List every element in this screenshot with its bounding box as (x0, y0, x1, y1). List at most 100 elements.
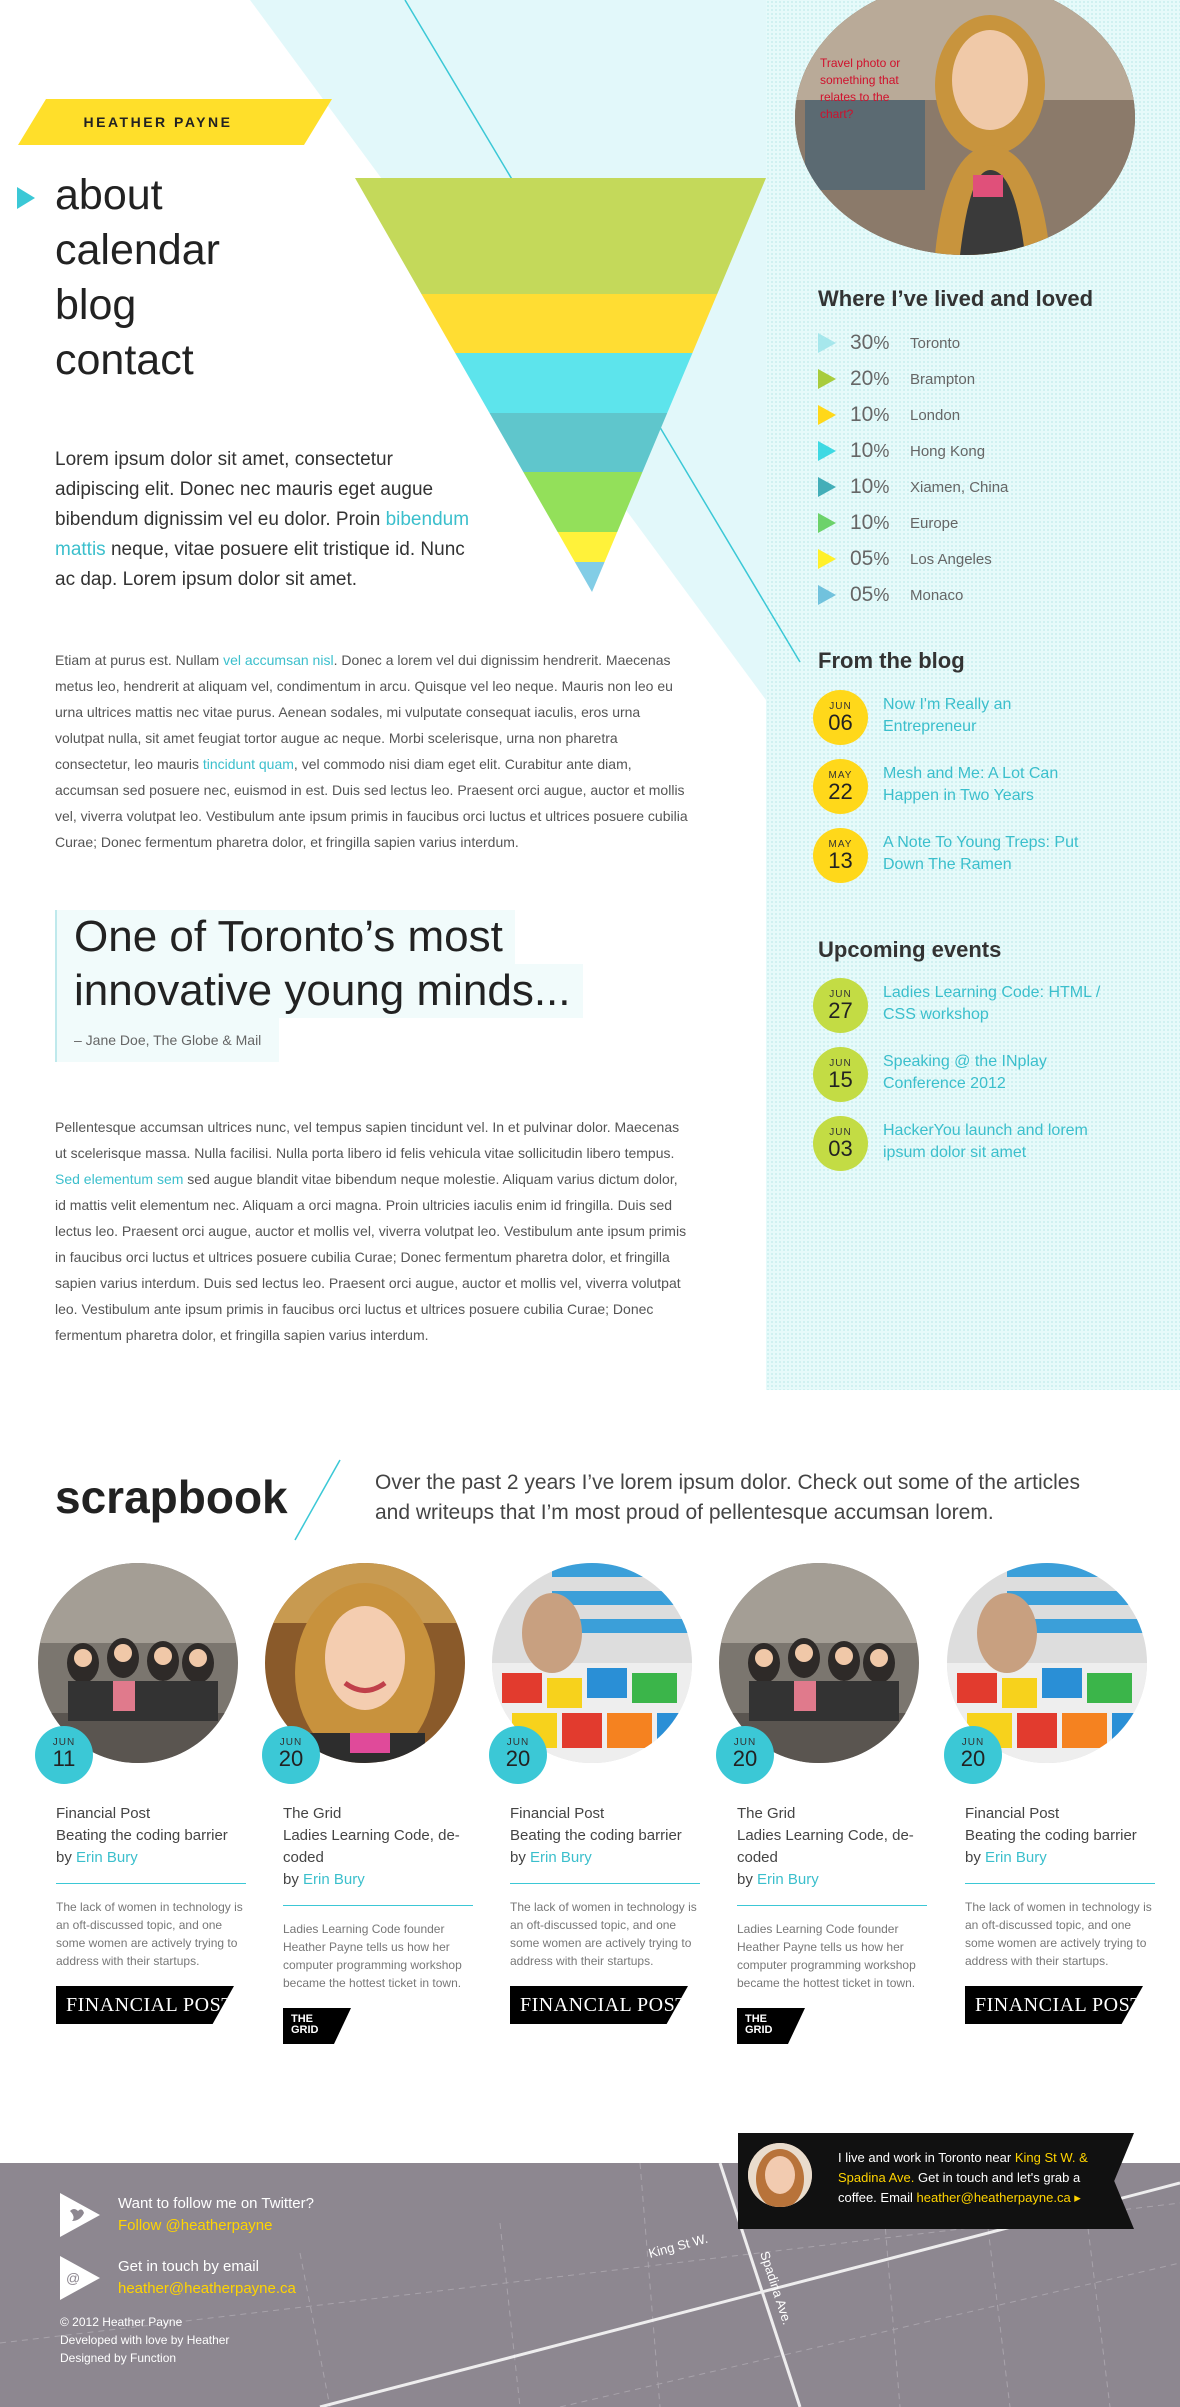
card-divider (283, 1905, 473, 1906)
body-paragraph-2: Pellentesque accumsan ultrices nunc, vel… (55, 1114, 690, 1348)
funnel-band (557, 532, 618, 562)
publication-logo[interactable]: FINANCIAL POST (510, 1986, 697, 2024)
lived-percent: 10% (850, 403, 910, 427)
card-description: The lack of women in technology is an of… (965, 1900, 1152, 1968)
percent-sign: % (873, 333, 890, 353)
date-day: 27 (828, 998, 853, 1023)
publication-logo[interactable]: FINANCIAL POST (56, 1986, 243, 2024)
card-author-link[interactable]: Erin Bury (76, 1849, 138, 1866)
map-label-king: King St W. (647, 2231, 710, 2261)
lived-item: 05% Los Angeles (818, 541, 1138, 577)
event-item[interactable]: JUN 27 Ladies Learning Code: HTML / CSS wo… (813, 978, 1133, 1047)
lived-percent: 20% (850, 367, 910, 391)
photo-caption: Travel photo or something that relates t… (820, 56, 901, 121)
lived-percent-value: 10 (850, 439, 874, 462)
events-link[interactable]: Speaking @ the INplay Conference 2012 (883, 1047, 1103, 1095)
quote-line-1: One of Toronto’s most (55, 910, 515, 964)
email-link[interactable]: heather@heatherpayne.ca (118, 2280, 296, 2297)
events-link[interactable]: HackerYou launch and lorem ipsum dolor s… (883, 1116, 1103, 1164)
scrapbook-card[interactable]: JUN 20 Financial Post Beating the coding ba… (944, 1563, 1155, 2024)
developed-by: Developed with love by Heather (60, 2333, 230, 2347)
scrapbook-card[interactable]: JUN 11 Financial Post Beating the coding ba… (35, 1563, 246, 2024)
publication-logo[interactable]: THE GRID (283, 2008, 470, 2046)
publication-logo[interactable]: THE GRID (737, 2008, 924, 2046)
blog-link[interactable]: Now I'm Really an Entrepreneur (883, 690, 1103, 738)
lived-percent-value: 10 (850, 403, 874, 426)
financial-post-logo: FINANCIAL POST (56, 1986, 234, 2024)
body2-link[interactable]: Sed elementum sem (55, 1171, 183, 1187)
card-author-link[interactable]: Erin Bury (985, 1849, 1047, 1866)
percent-sign: % (873, 369, 890, 389)
triangle-icon (818, 477, 836, 497)
funnel-band (523, 472, 643, 532)
events-link[interactable]: Ladies Learning Code: HTML / CSS worksho… (883, 978, 1103, 1026)
card-meta: Financial Post Beating the coding barrier… (492, 1803, 692, 1869)
event-item[interactable]: JUN 15 Speaking @ the INplay Conference 20… (813, 1047, 1133, 1116)
funnel-band (489, 413, 668, 472)
intro-text-2: neque, vitae posuere elit tristique id. … (55, 539, 465, 590)
scrapbook-card[interactable]: JUN 20 The Grid Ladies Learning Code, de-co… (716, 1563, 927, 2046)
twitter-row: Want to follow me on Twitter? Follow @he… (60, 2193, 314, 2237)
funnel-band (455, 353, 693, 413)
callout-email-link[interactable]: heather@heatherpayne.ca ▸ (917, 2190, 1081, 2205)
percent-sign: % (873, 405, 890, 425)
twitter-label: Want to follow me on Twitter? (118, 2195, 314, 2212)
lived-place: Monaco (910, 586, 964, 604)
card-author-link[interactable]: Erin Bury (303, 1871, 365, 1888)
lived-percent: 05% (850, 547, 910, 571)
lived-place: Europe (910, 514, 959, 532)
lived-item: 05% Monaco (818, 577, 1138, 613)
lived-percent-value: 05 (850, 547, 874, 570)
card-headline: Ladies Learning Code, de-coded (737, 1827, 914, 1866)
card-headline: Ladies Learning Code, de-coded (283, 1827, 460, 1866)
blog-post-item[interactable]: MAY 22 Mesh and Me: A Lot Can Happen in Tw… (813, 759, 1133, 828)
financial-post-logo: FINANCIAL POST (965, 1986, 1143, 2024)
map-label-spadina: Spadina Ave. (757, 2249, 795, 2326)
by-label: by (965, 1849, 986, 1866)
lived-percent-value: 10 (850, 475, 874, 498)
lived-item: 30% Toronto (818, 325, 1138, 361)
percent-sign: % (873, 585, 890, 605)
triangle-icon (818, 405, 836, 425)
body1-link-2[interactable]: tincidunt quam (203, 756, 294, 772)
email-at-icon[interactable]: @ (60, 2256, 100, 2300)
nav-calendar[interactable]: calendar (55, 223, 220, 278)
body1-link-1[interactable]: vel accumsan nisl (223, 652, 334, 668)
percent-sign: % (873, 513, 890, 533)
blog-post-item[interactable]: MAY 13 A Note To Young Treps: Put Down The… (813, 828, 1133, 897)
body1-text-1: Etiam at purus est. Nullam (55, 652, 224, 668)
card-author-link[interactable]: Erin Bury (530, 1849, 592, 1866)
lived-item: 10% Europe (818, 505, 1138, 541)
nav-blog[interactable]: blog (55, 278, 220, 333)
publication-logo[interactable]: FINANCIAL POST (965, 1986, 1152, 2024)
site-logo[interactable]: HEATHER PAYNE (18, 99, 332, 145)
triangle-icon (818, 441, 836, 461)
percent-sign: % (873, 549, 890, 569)
lived-percent-value: 20 (850, 367, 874, 390)
lived-percent-value: 05 (850, 583, 874, 606)
card-author-link[interactable]: Erin Bury (757, 1871, 819, 1888)
percent-sign: % (873, 441, 890, 461)
scrapbook-card[interactable]: JUN 20 The Grid Ladies Learning Code, de-co… (262, 1563, 473, 2046)
event-item[interactable]: JUN 03 HackerYou launch and lorem ipsum do… (813, 1116, 1133, 1185)
triangle-icon (818, 549, 836, 569)
blog-title: From the blog (818, 648, 965, 673)
card-description: The lack of women in technology is an of… (510, 1900, 697, 1968)
blog-link[interactable]: A Note To Young Treps: Put Down The Rame… (883, 828, 1103, 876)
blog-link[interactable]: Mesh and Me: A Lot Can Happen in Two Yea… (883, 759, 1103, 807)
nav-about[interactable]: about (17, 168, 220, 223)
blog-post-item[interactable]: JUN 06 Now I'm Really an Entrepreneur (813, 690, 1133, 759)
date-day: 22 (828, 779, 853, 804)
date-badge: JUN 20 (262, 1726, 320, 1784)
lived-percent-value: 30 (850, 331, 874, 354)
card-outlet: Financial Post (965, 1805, 1060, 1822)
twitter-link[interactable]: Follow @heatherpayne (118, 2217, 272, 2234)
funnel-band (421, 294, 718, 353)
twitter-bird-icon[interactable] (60, 2193, 100, 2237)
scrapbook-card[interactable]: JUN 20 Financial Post Beating the coding ba… (489, 1563, 700, 2024)
card-divider (737, 1905, 927, 1906)
card-description: The lack of women in technology is an of… (56, 1900, 243, 1968)
date-day: 15 (828, 1067, 853, 1092)
nav-contact[interactable]: contact (55, 333, 220, 388)
card-outlet: The Grid (737, 1805, 796, 1822)
